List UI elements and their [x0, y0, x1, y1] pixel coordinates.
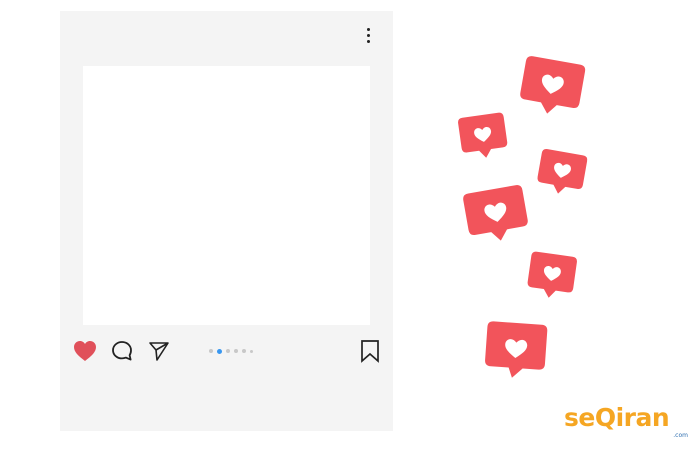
like-button[interactable] — [73, 340, 97, 362]
carousel-dot — [242, 349, 246, 353]
carousel-dot-active — [217, 348, 222, 354]
brand-logo: seQiran .com — [564, 403, 690, 439]
post-image-placeholder — [83, 66, 370, 325]
more-vertical-icon-dot — [366, 33, 370, 37]
share-button[interactable] — [148, 340, 170, 362]
more-vertical-icon-dot — [366, 39, 370, 43]
bookmark-icon — [361, 340, 379, 363]
carousel-dot — [209, 349, 213, 353]
comment-icon — [112, 341, 132, 361]
like-notification-bubble — [527, 251, 577, 298]
like-notification-bubble — [463, 185, 528, 241]
send-icon — [149, 342, 169, 361]
carousel-indicator — [209, 348, 253, 354]
carousel-dot — [234, 349, 238, 353]
comment-button[interactable] — [111, 340, 133, 362]
logo-text: seQiran — [564, 403, 670, 432]
like-notification-bubble — [485, 321, 548, 378]
logo-suffix: .com — [673, 432, 688, 439]
like-notification-bubble — [520, 56, 586, 114]
carousel-dot — [250, 349, 253, 353]
save-button[interactable] — [359, 339, 381, 363]
like-notification-bubble — [458, 112, 508, 158]
heart-icon — [74, 341, 96, 361]
carousel-dot — [226, 349, 230, 353]
more-vertical-icon — [366, 27, 370, 31]
like-notification-bubble — [537, 149, 588, 194]
more-options-button[interactable] — [359, 24, 377, 46]
